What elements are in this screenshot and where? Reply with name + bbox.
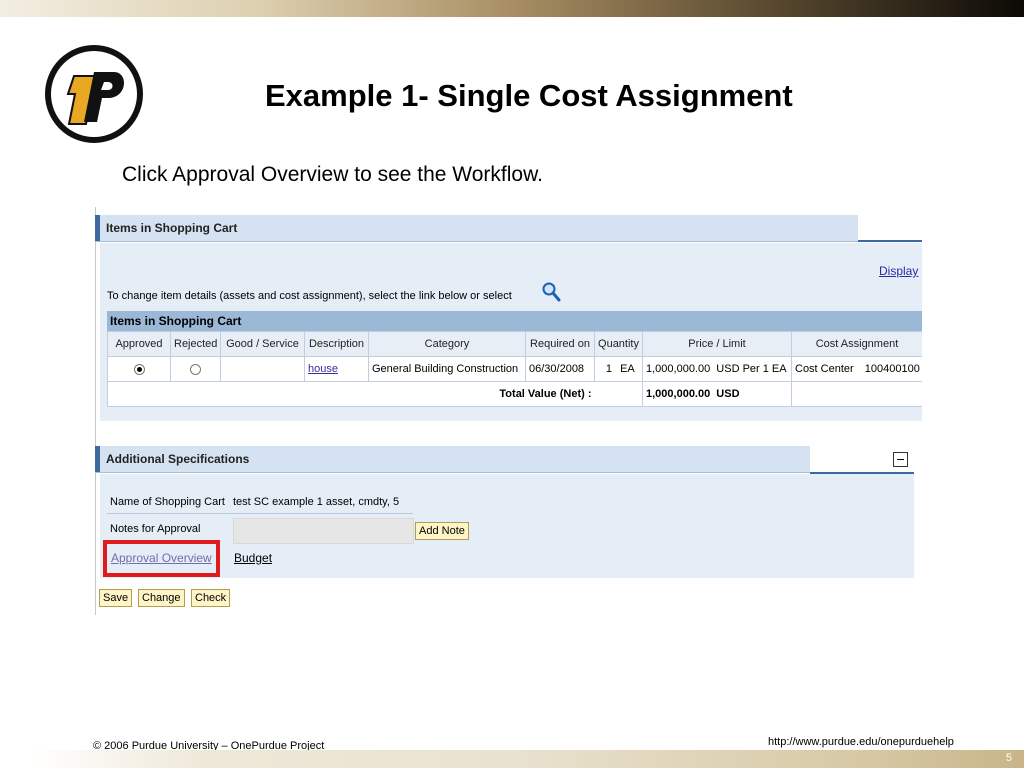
col-good-service: Good / Service: [220, 331, 305, 357]
items-tray-title-bar: Items in Shopping Cart: [95, 215, 858, 242]
approved-cell: [107, 356, 171, 382]
cost-assignment-value: 100400100: [864, 363, 920, 375]
total-amount-cell: 1,000,000.00 USD: [642, 381, 792, 407]
additional-tray-title: Additional Specifications: [106, 452, 250, 466]
col-required-on: Required on: [525, 331, 595, 357]
items-table-title-bar: Items in Shopping Cart: [107, 311, 922, 331]
total-currency: USD: [716, 388, 740, 400]
col-quantity: Quantity: [594, 331, 643, 357]
footer-url: http://www.purdue.edu/onepurduehelp: [768, 736, 954, 748]
col-category: Category: [368, 331, 526, 357]
slide-top-bar: [0, 0, 1024, 17]
description-cell: house: [304, 356, 369, 382]
change-instructions: To change item details (assets and cost …: [107, 290, 512, 302]
total-empty-cell: [791, 381, 922, 407]
cost-assignment-cell: Cost Center 100400100: [791, 356, 922, 382]
screenshot-left-border: [95, 207, 96, 615]
quantity-unit: EA: [620, 363, 635, 375]
slide-instruction: Click Approval Overview to see the Workf…: [122, 163, 543, 186]
change-button[interactable]: Change: [138, 589, 185, 607]
budget-link[interactable]: Budget: [234, 551, 272, 565]
col-approved: Approved: [107, 331, 171, 357]
total-label: Total Value (Net) :: [107, 381, 595, 407]
total-spacer: [594, 381, 643, 407]
save-button[interactable]: Save: [99, 589, 133, 607]
items-tray-title: Items in Shopping Cart: [106, 221, 238, 235]
total-value: 1,000,000.00: [646, 388, 711, 400]
approved-radio[interactable]: [133, 363, 145, 375]
notes-label: Notes for Approval: [110, 523, 201, 535]
onepurdue-logo-icon: [45, 45, 143, 143]
page-number: 5: [1005, 752, 1012, 764]
check-button[interactable]: Check: [191, 589, 231, 607]
description-link[interactable]: house: [308, 363, 338, 375]
rejected-radio[interactable]: [190, 363, 201, 375]
field-divider: [107, 513, 413, 514]
col-rejected: Rejected: [170, 331, 221, 357]
cost-assignment-type: Cost Center: [795, 363, 854, 375]
minus-icon[interactable]: [893, 452, 908, 467]
cart-name-label: Name of Shopping Cart: [110, 496, 225, 508]
col-price-limit: Price / Limit: [642, 331, 792, 357]
slide-bottom-bar: [0, 750, 1024, 768]
additional-tray-title-bar: Additional Specifications: [95, 446, 810, 473]
category-cell: General Building Construction: [368, 356, 526, 382]
table-row: house General Building Construction 06/3…: [107, 356, 922, 382]
tray-accent: [95, 446, 100, 472]
price-value: 1,000,000.00: [646, 363, 711, 375]
items-table-title: Items in Shopping Cart: [110, 314, 242, 328]
price-cell: 1,000,000.00 USD Per 1 EA: [642, 356, 792, 382]
tray-underline: [858, 240, 922, 242]
tray-accent: [95, 215, 100, 241]
quantity-cell: 1 EA: [594, 356, 643, 382]
price-unit: USD Per 1 EA: [716, 363, 787, 375]
additional-tray-body: [100, 474, 914, 578]
rejected-cell: [170, 356, 221, 382]
items-table: Approved Rejected Good / Service Descrip…: [107, 331, 922, 407]
col-description: Description: [304, 331, 369, 357]
magnifier-icon[interactable]: [541, 281, 561, 303]
total-row: Total Value (Net) : 1,000,000.00 USD: [107, 381, 922, 407]
good-service-cell: [220, 356, 305, 382]
required-on-cell: 06/30/2008: [525, 356, 595, 382]
notes-field[interactable]: [233, 518, 414, 544]
col-cost-assignment: Cost Assignment: [791, 331, 922, 357]
table-header-row: Approved Rejected Good / Service Descrip…: [107, 331, 922, 357]
sap-screenshot: Items in Shopping Cart Display To change…: [95, 207, 922, 617]
cart-name-value: test SC example 1 asset, cmdty, 5: [233, 496, 400, 508]
slide-title: Example 1- Single Cost Assignment: [265, 78, 793, 113]
quantity-value: 1: [605, 363, 612, 375]
add-note-button[interactable]: Add Note: [415, 522, 469, 540]
display-link[interactable]: Display: [879, 264, 918, 278]
highlight-box: [103, 540, 220, 577]
